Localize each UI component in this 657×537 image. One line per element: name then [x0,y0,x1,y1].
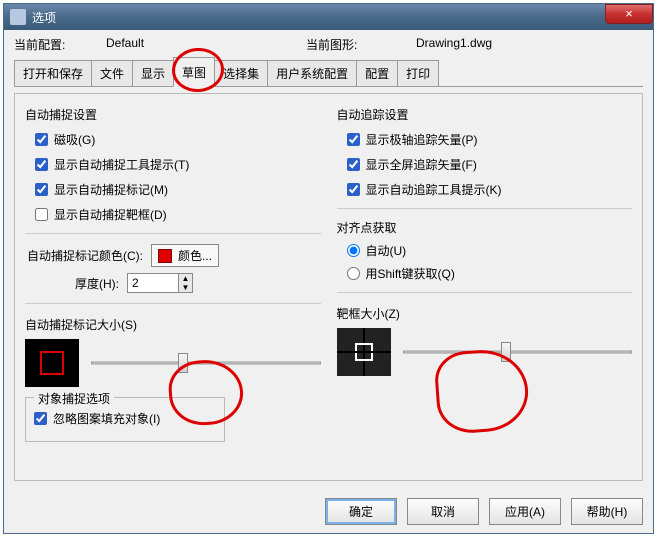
radio-auto-label: 自动(U) [366,242,407,259]
divider [25,233,321,234]
chk-polar-vector-label: 显示极轴追踪矢量(P) [366,131,478,148]
chk-fullscreen-vector[interactable] [347,158,360,171]
marker-size-block: 自动捕捉标记大小(S) [25,316,321,387]
tab-user-preferences[interactable]: 用户系统配置 [267,60,357,86]
chk-fullscreen-vector-row[interactable]: 显示全屏追踪矢量(F) [347,156,633,173]
radio-auto-row[interactable]: 自动(U) [347,242,633,259]
marker-size-label: 自动捕捉标记大小(S) [25,316,321,333]
aperture-size-label: 靶框大小(Z) [337,305,633,322]
chk-autosnap-tooltip-row[interactable]: 显示自动捕捉工具提示(T) [35,156,321,173]
drafting-panel: 自动捕捉设置 磁吸(G) 显示自动捕捉工具提示(T) 显示自动捕捉标记(M) [14,93,643,481]
divider-r1 [337,208,633,209]
chk-autosnap-aperture-label: 显示自动捕捉靶框(D) [54,206,167,223]
chk-autosnap-tooltip-label: 显示自动捕捉工具提示(T) [54,156,189,173]
radio-auto[interactable] [347,244,360,257]
chk-ignore-hatch-row[interactable]: 忽略图案填充对象(I) [34,410,216,427]
marker-square-icon [40,351,64,375]
chk-polar-vector[interactable] [347,133,360,146]
autosnap-settings-title: 自动捕捉设置 [25,106,321,123]
apply-button[interactable]: 应用(A) [489,498,561,525]
cancel-button[interactable]: 取消 [407,498,479,525]
radio-shift[interactable] [347,267,360,280]
titlebar[interactable]: 选项 × [4,4,653,30]
aperture-size-block: 靶框大小(Z) [337,305,633,376]
window-title: 选项 [32,9,56,26]
color-swatch-icon [158,249,172,263]
chk-polar-vector-row[interactable]: 显示极轴追踪矢量(P) [347,131,633,148]
thickness-row: 厚度(H): ▲ ▼ [75,273,321,293]
current-profile-label: 当前配置: [14,36,106,53]
color-button-label: 颜色... [178,247,212,264]
slider-thumb[interactable] [178,353,188,373]
aperture-size-slider[interactable] [403,342,633,362]
marker-preview [25,339,79,387]
marker-color-label: 自动捕捉标记颜色(C): [27,247,143,264]
chk-autosnap-marker-label: 显示自动捕捉标记(M) [54,181,168,198]
dialog-buttons: 确定 取消 应用(A) 帮助(H) [325,498,643,525]
slider-rail-2 [403,351,633,354]
chk-autosnap-aperture-row[interactable]: 显示自动捕捉靶框(D) [35,206,321,223]
current-profile-value: Default [106,36,306,53]
autotrace-settings-title: 自动追踪设置 [337,106,633,123]
marker-color-row: 自动捕捉标记颜色(C): 颜色... [27,244,321,267]
object-snap-options-title: 对象捕捉选项 [34,390,114,407]
marker-color-button[interactable]: 颜色... [151,244,219,267]
slider-thumb-2[interactable] [501,342,511,362]
chk-ignore-hatch-label: 忽略图案填充对象(I) [53,410,160,427]
ok-button[interactable]: 确定 [325,498,397,525]
chk-trace-tooltip-label: 显示自动追踪工具提示(K) [366,181,502,198]
tab-display[interactable]: 显示 [132,60,174,86]
chk-trace-tooltip[interactable] [347,183,360,196]
tab-open-save[interactable]: 打开和保存 [14,60,92,86]
slider-rail [91,362,321,365]
divider-2 [25,303,321,304]
chk-trace-tooltip-row[interactable]: 显示自动追踪工具提示(K) [347,181,633,198]
tab-drafting[interactable]: 草图 [173,57,215,87]
header-row: 当前配置: Default 当前图形: Drawing1.dwg [14,36,643,53]
tab-files[interactable]: 文件 [91,60,133,86]
tab-strip: 打开和保存 文件 显示 草图 选择集 用户系统配置 配置 打印 [14,57,643,87]
thickness-input[interactable] [128,274,178,292]
chk-autosnap-aperture[interactable] [35,208,48,221]
chk-autosnap-marker-row[interactable]: 显示自动捕捉标记(M) [35,181,321,198]
chk-ignore-hatch[interactable] [34,412,47,425]
app-icon [10,9,26,25]
chk-magnet-row[interactable]: 磁吸(G) [35,131,321,148]
tab-selection[interactable]: 选择集 [214,60,268,86]
thickness-spin[interactable]: ▲ ▼ [127,273,193,293]
current-drawing-label: 当前图形: [306,36,416,53]
radio-shift-label: 用Shift键获取(Q) [366,265,455,282]
chk-autosnap-marker[interactable] [35,183,48,196]
divider-r2 [337,292,633,293]
align-point-title: 对齐点获取 [337,219,633,236]
chk-magnet[interactable] [35,133,48,146]
dialog-body: 当前配置: Default 当前图形: Drawing1.dwg 打开和保存 文… [4,30,653,533]
aperture-preview [337,328,391,376]
thickness-label: 厚度(H): [75,275,119,292]
right-column: 自动追踪设置 显示极轴追踪矢量(P) 显示全屏追踪矢量(F) 显示自动追踪工具提… [337,104,633,470]
marker-size-slider[interactable] [91,353,321,373]
chk-magnet-label: 磁吸(G) [54,131,95,148]
options-dialog: 选项 × 当前配置: Default 当前图形: Drawing1.dwg 打开… [3,3,654,534]
left-column: 自动捕捉设置 磁吸(G) 显示自动捕捉工具提示(T) 显示自动捕捉标记(M) [25,104,321,470]
chk-autosnap-tooltip[interactable] [35,158,48,171]
aperture-box-icon [355,343,373,361]
radio-shift-row[interactable]: 用Shift键获取(Q) [347,265,633,282]
spin-up-icon[interactable]: ▲ [178,274,192,283]
chk-fullscreen-vector-label: 显示全屏追踪矢量(F) [366,156,477,173]
help-button[interactable]: 帮助(H) [571,498,643,525]
tab-print[interactable]: 打印 [397,60,439,86]
tab-profiles[interactable]: 配置 [356,60,398,86]
current-drawing-value: Drawing1.dwg [416,36,616,53]
close-button[interactable]: × [605,4,653,24]
spin-down-icon[interactable]: ▼ [178,283,192,292]
object-snap-options-group: 对象捕捉选项 忽略图案填充对象(I) [25,397,225,442]
